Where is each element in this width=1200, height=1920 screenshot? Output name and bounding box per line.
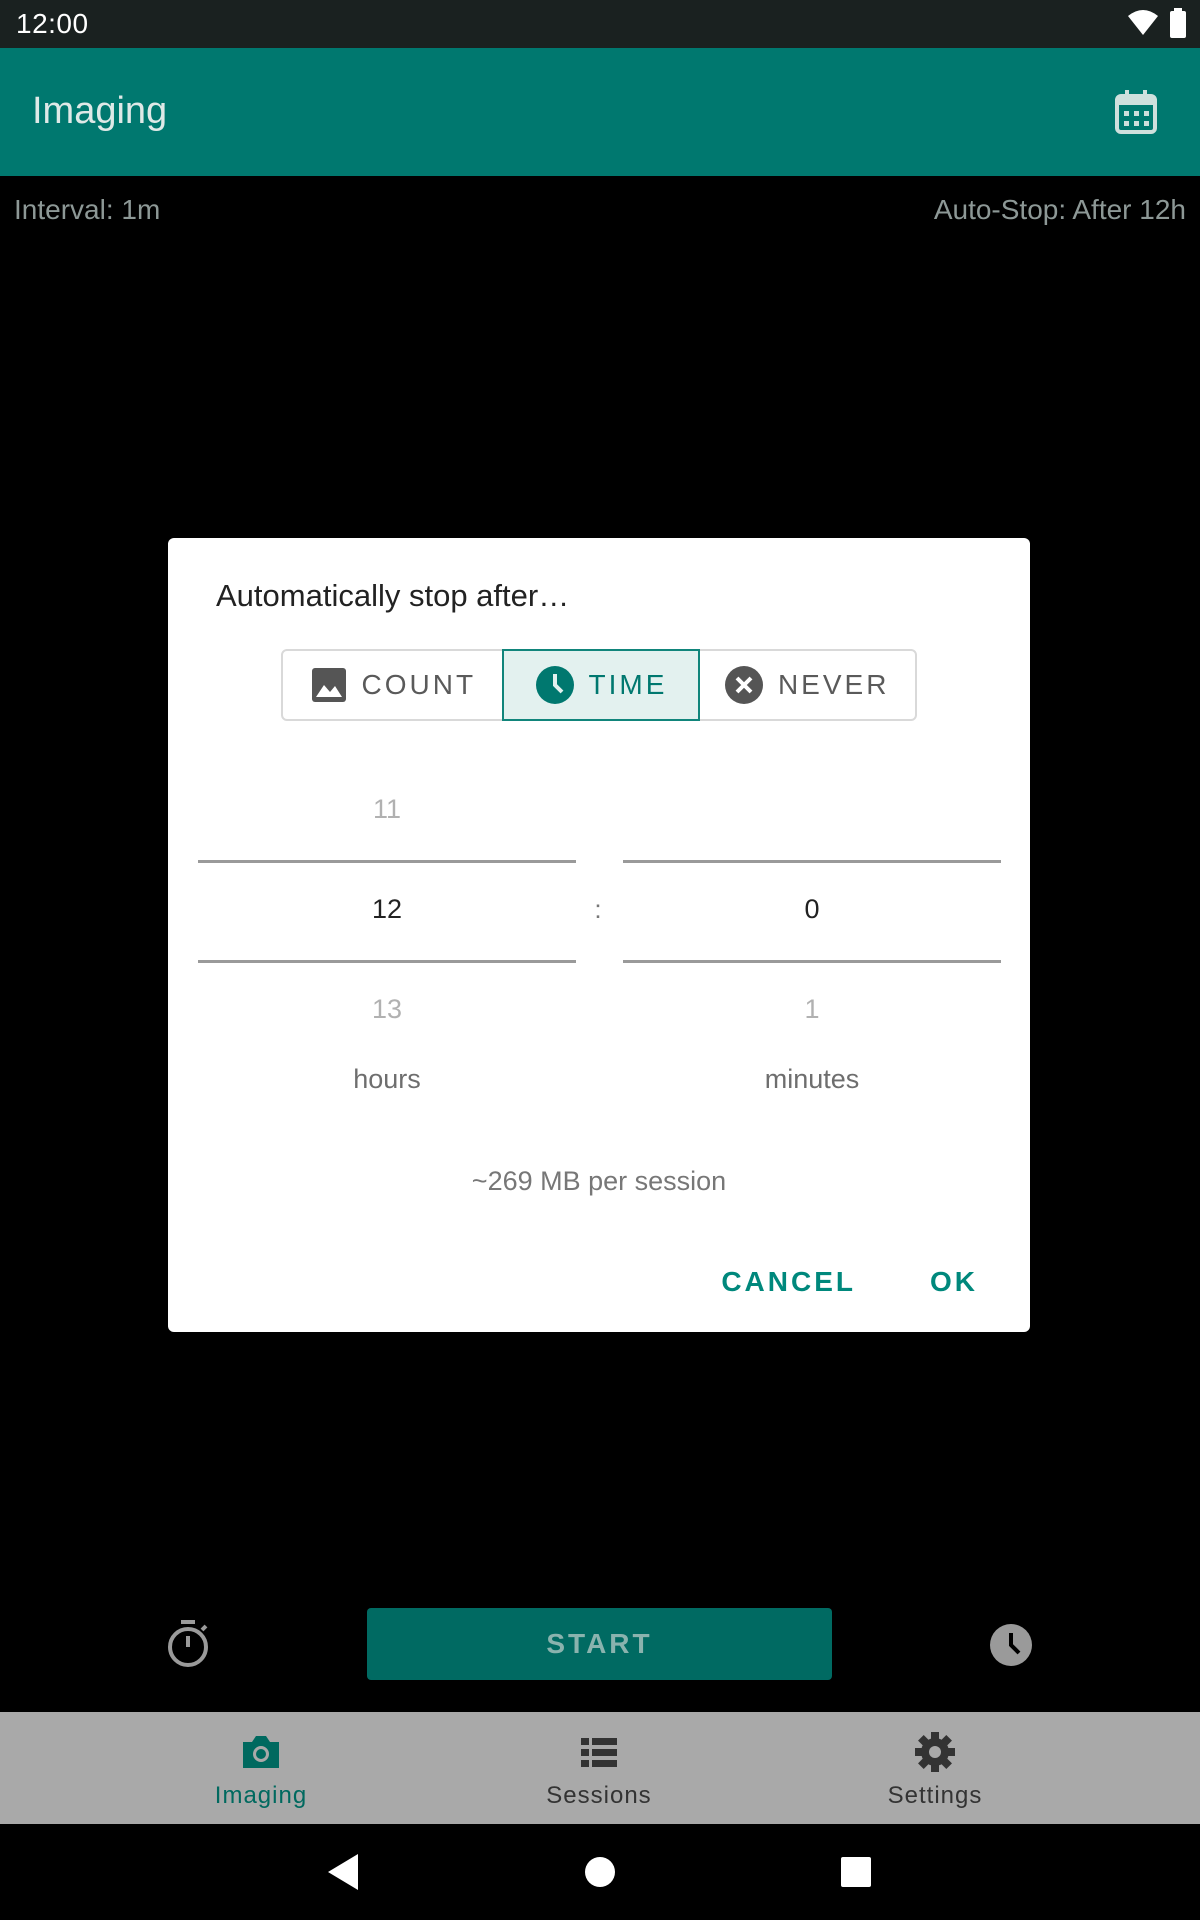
hours-next-value[interactable]: 13 <box>198 994 576 1025</box>
toggle-never[interactable]: NEVER <box>698 651 915 719</box>
auto-stop-text[interactable]: Auto-Stop: After 12h <box>934 194 1186 226</box>
clock-icon <box>535 666 574 704</box>
system-nav <box>0 1824 1200 1920</box>
stopwatch-icon[interactable] <box>166 1620 210 1668</box>
hours-label: hours <box>353 1064 421 1094</box>
camera-icon <box>243 1736 279 1768</box>
toggle-time[interactable]: TIME <box>501 649 701 721</box>
auto-stop-dialog: Automatically stop after… COUNT TIME NEV… <box>168 538 1030 1332</box>
gear-icon <box>915 1732 955 1772</box>
status-bar: 12:00 <box>0 0 1200 48</box>
cancel-button[interactable]: CANCEL <box>721 1266 856 1298</box>
home-icon[interactable] <box>576 1848 624 1896</box>
nav-label-sessions: Sessions <box>546 1782 652 1809</box>
minutes-next-value[interactable]: 1 <box>623 994 1001 1025</box>
nav-label-settings: Settings <box>887 1782 983 1809</box>
interval-text: Interval: 1m <box>14 194 161 225</box>
screen: 12:00 Imaging Interval: 1m Auto-Stop: Af… <box>0 0 1200 1920</box>
status-time: 12:00 <box>16 8 89 39</box>
ok-button[interactable]: OK <box>930 1266 978 1298</box>
list-icon <box>581 1738 617 1767</box>
cancel-circle-icon <box>724 666 763 704</box>
recents-icon[interactable] <box>832 1848 880 1896</box>
picker-divider <box>623 860 1001 863</box>
toggle-never-label: NEVER <box>777 669 890 700</box>
app-bar: Imaging <box>0 48 1200 176</box>
dialog-actions: CANCEL OK <box>721 1266 978 1298</box>
nav-item-imaging[interactable]: Imaging <box>161 1712 361 1824</box>
nav-item-settings[interactable]: Settings <box>835 1712 1035 1824</box>
picker-divider <box>198 860 576 863</box>
nav-label-imaging: Imaging <box>214 1782 308 1809</box>
clock-icon[interactable] <box>989 1623 1033 1667</box>
toggle-time-label: TIME <box>588 669 668 700</box>
hours-current-value[interactable]: 12 <box>198 894 576 925</box>
size-estimate: ~269 MB per session <box>471 1166 727 1196</box>
toggle-count-label: COUNT <box>361 669 477 700</box>
status-icons <box>1128 8 1186 38</box>
nav-item-sessions[interactable]: Sessions <box>499 1712 699 1824</box>
bottom-nav: Imaging Sessions Settings <box>0 1712 1200 1824</box>
minutes-label: minutes <box>764 1064 860 1094</box>
app-title: Imaging <box>32 90 168 132</box>
dialog-title: Automatically stop after… <box>216 578 570 613</box>
calendar-icon[interactable] <box>1114 90 1158 134</box>
time-separator: : <box>594 894 602 924</box>
start-button[interactable]: START <box>367 1608 832 1680</box>
minutes-current-value[interactable]: 0 <box>623 894 1001 925</box>
stop-mode-toggle-group: COUNT TIME NEVER <box>281 649 917 721</box>
wifi-icon <box>1128 10 1158 35</box>
toggle-count[interactable]: COUNT <box>283 651 504 719</box>
hours-prev-value[interactable]: 11 <box>198 794 576 825</box>
image-icon <box>311 668 346 702</box>
picker-divider <box>623 960 1001 963</box>
picker-divider <box>198 960 576 963</box>
battery-icon <box>1170 8 1186 38</box>
back-icon[interactable] <box>318 1848 366 1896</box>
